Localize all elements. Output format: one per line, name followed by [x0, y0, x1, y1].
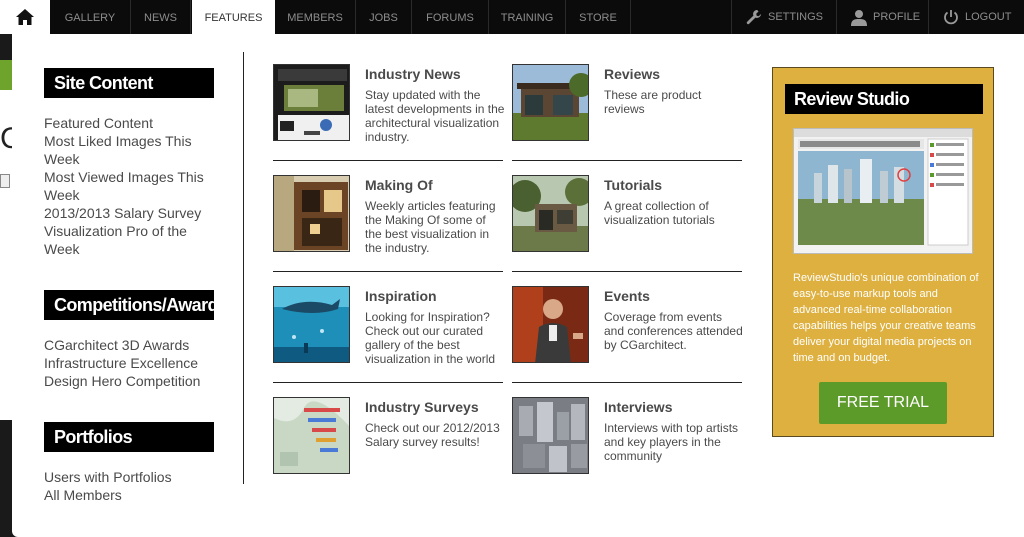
feature-title[interactable]: Events [604, 288, 650, 304]
feature-industry-surveys[interactable]: Industry Surveys Check out our 2012/2013… [273, 397, 503, 508]
feature-interviews[interactable]: Interviews Interviews with top artists a… [512, 397, 742, 508]
feature-separator [273, 382, 503, 383]
nav-settings[interactable]: SETTINGS [731, 0, 836, 34]
feature-description: A great collection of visualization tuto… [604, 199, 715, 227]
feature-description: Interviews with top artists and key play… [604, 421, 739, 463]
features-dropdown-panel: Site Content Featured Content Most Liked… [12, 34, 1024, 537]
feature-title[interactable]: Industry Surveys [365, 399, 479, 415]
tutorials-thumbnail [512, 175, 589, 252]
free-trial-button[interactable]: FREE TRIAL [819, 382, 947, 424]
link-most-liked[interactable]: Most Liked Images This Week [44, 132, 216, 168]
user-icon [851, 9, 867, 26]
reviews-thumbnail [512, 64, 589, 141]
feature-inspiration[interactable]: Inspiration Looking for Inspiration? Che… [273, 286, 503, 397]
broken-image-icon [0, 174, 10, 188]
promo-text: ReviewStudio's unique combination of eas… [793, 272, 979, 364]
feature-separator [273, 271, 503, 272]
feature-description: Stay updated with the latest development… [365, 88, 505, 144]
industry-surveys-thumbnail [273, 397, 350, 474]
review-studio-promo: Review Studio ReviewStudio's unique comb… [772, 67, 994, 437]
feature-events[interactable]: Events Coverage from events and conferen… [512, 286, 743, 397]
link-salary-survey[interactable]: 2013/2013 Salary Survey [44, 204, 216, 222]
link-3d-awards[interactable]: CGarchitect 3D Awards [44, 336, 216, 354]
nav-training[interactable]: TRAINING [489, 0, 566, 34]
industry-news-thumbnail [273, 64, 350, 141]
nav-features[interactable]: FEATURES [192, 0, 275, 34]
feature-title[interactable]: Interviews [604, 399, 672, 415]
link-all-members[interactable]: All Members [44, 486, 216, 504]
promo-heading: Review Studio [785, 84, 983, 114]
nav-news[interactable]: NEWS [131, 0, 191, 34]
nav-members[interactable]: MEMBERS [275, 0, 356, 34]
profile-label: PROFILE [873, 11, 921, 23]
column-divider [243, 52, 244, 484]
making-of-thumbnail [273, 175, 350, 252]
portfolios-heading: Portfolios [44, 422, 214, 452]
logout-label: LOGOUT [965, 11, 1012, 23]
feature-separator [273, 160, 503, 161]
link-infrastructure[interactable]: Infrastructure Excellence [44, 354, 216, 372]
background-green-bar [0, 60, 12, 90]
site-content-heading: Site Content [44, 68, 214, 98]
nav-gallery[interactable]: GALLERY [50, 0, 131, 34]
nav-logout[interactable]: LOGOUT [928, 0, 1024, 34]
power-icon [944, 10, 958, 25]
feature-making-of[interactable]: Making Of Weekly articles featuring the … [273, 175, 503, 286]
competitions-links: CGarchitect 3D Awards Infrastructure Exc… [44, 336, 216, 390]
feature-separator [512, 271, 742, 272]
events-thumbnail [512, 286, 589, 363]
feature-title[interactable]: Industry News [365, 66, 461, 82]
top-navigation: GALLERY NEWS FEATURES MEMBERS JOBS FORUM… [0, 0, 1024, 34]
feature-title[interactable]: Reviews [604, 66, 660, 82]
interviews-thumbnail [512, 397, 589, 474]
feature-title[interactable]: Tutorials [604, 177, 662, 193]
feature-title[interactable]: Making Of [365, 177, 433, 193]
competitions-heading: Competitions/Awards [44, 290, 228, 320]
nav-store[interactable]: STORE [566, 0, 631, 34]
nav-profile[interactable]: PROFILE [836, 0, 928, 34]
feature-description: These are product reviews [604, 88, 702, 116]
portfolios-links: Users with Portfolios All Members [44, 468, 216, 504]
feature-industry-news[interactable]: Industry News Stay updated with the late… [273, 64, 505, 175]
nav-jobs[interactable]: JOBS [356, 0, 412, 34]
link-viz-pro[interactable]: Visualization Pro of the Week [44, 222, 216, 258]
site-content-links: Featured Content Most Liked Images This … [44, 114, 216, 258]
settings-label: SETTINGS [768, 11, 824, 23]
feature-description: Check out our 2012/2013 Salary survey re… [365, 421, 500, 449]
nav-forums[interactable]: FORUMS [412, 0, 489, 34]
link-design-hero[interactable]: Design Hero Competition [44, 372, 216, 390]
feature-title[interactable]: Inspiration [365, 288, 437, 304]
feature-description: Coverage from events and conferences att… [604, 310, 743, 352]
link-most-viewed[interactable]: Most Viewed Images This Week [44, 168, 216, 204]
feature-tutorials[interactable]: Tutorials A great collection of visualiz… [512, 175, 742, 286]
feature-reviews[interactable]: Reviews These are product reviews [512, 64, 742, 175]
wrench-icon [746, 10, 761, 25]
feature-separator [512, 160, 742, 161]
link-featured-content[interactable]: Featured Content [44, 114, 216, 132]
link-users-portfolios[interactable]: Users with Portfolios [44, 468, 216, 486]
home-button[interactable] [0, 0, 50, 34]
feature-description: Looking for Inspiration? Check out our c… [365, 310, 496, 366]
feature-separator [512, 382, 742, 383]
promo-screenshot [793, 128, 973, 254]
home-icon [16, 9, 34, 25]
inspiration-thumbnail [273, 286, 350, 363]
feature-description: Weekly articles featuring the Making Of … [365, 199, 496, 255]
